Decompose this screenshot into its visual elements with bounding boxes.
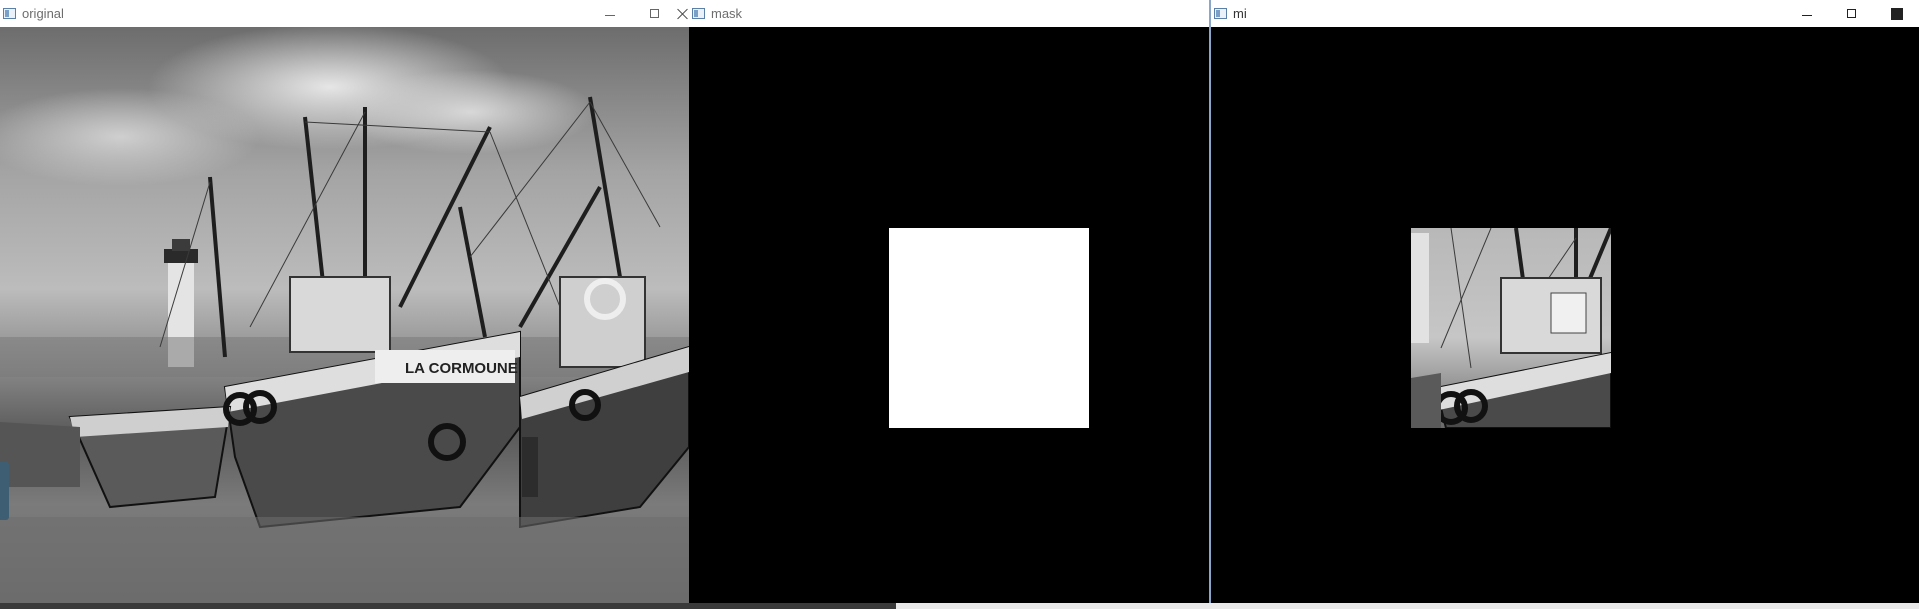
mask-white-rectangle	[889, 228, 1089, 428]
boat-name-text: LA CORMOUNE	[405, 360, 518, 377]
window-app-icon	[3, 8, 16, 19]
image-canvas-mask	[689, 27, 1210, 609]
titlebar-mi[interactable]: mi	[1211, 0, 1919, 27]
close-icon[interactable]	[1874, 0, 1919, 27]
titlebar-mask[interactable]: mask	[689, 0, 1210, 27]
harbor-boats-drawing: LA CORMOUNE	[0, 96, 689, 609]
taskbar-dark-segment	[0, 603, 896, 609]
window-controls	[1784, 0, 1919, 27]
close-icon[interactable]	[677, 0, 689, 27]
maximize-icon[interactable]	[1829, 0, 1874, 27]
window-title: mask	[711, 6, 743, 21]
window-title: mi	[1233, 6, 1247, 21]
minimize-icon[interactable]	[1784, 0, 1829, 27]
window-mi[interactable]: mi	[1211, 0, 1919, 609]
minimize-icon[interactable]	[587, 0, 632, 27]
window-title: original	[22, 6, 64, 21]
titlebar-original[interactable]: original	[0, 0, 689, 27]
window-controls	[587, 0, 689, 27]
window-original[interactable]: original LA CORMOUNE	[0, 0, 689, 609]
side-tab-handle[interactable]	[0, 462, 9, 520]
masked-photo-region	[1411, 228, 1611, 428]
maximize-icon[interactable]	[632, 0, 677, 27]
image-canvas-original: LA CORMOUNE	[0, 27, 689, 609]
window-app-icon	[692, 8, 705, 19]
window-mask[interactable]: mask	[689, 0, 1210, 609]
window-app-icon	[1214, 8, 1227, 19]
image-canvas-mi	[1211, 27, 1919, 609]
